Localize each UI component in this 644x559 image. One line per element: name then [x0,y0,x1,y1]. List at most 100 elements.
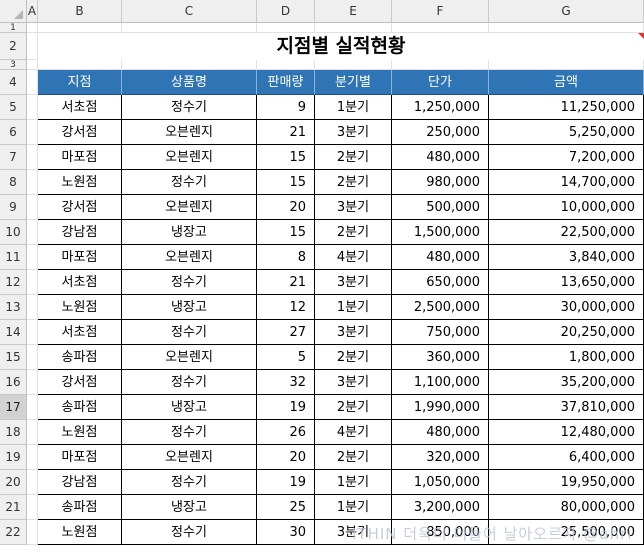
table-cell[interactable]: 35,200,000 [489,370,644,395]
table-cell[interactable]: 1분기 [315,495,392,520]
cell-a2[interactable] [27,33,38,60]
table-cell[interactable]: 1,100,000 [392,370,489,395]
cell-b3[interactable] [38,60,122,70]
table-cell[interactable]: 3분기 [315,320,392,345]
table-cell[interactable]: 30 [257,520,315,545]
table-cell[interactable]: 22,500,000 [489,220,644,245]
cell-a11[interactable] [27,245,38,270]
table-cell[interactable]: 1,800,000 [489,345,644,370]
table-cell[interactable]: 15 [257,170,315,195]
table-cell[interactable]: 노원점 [38,420,122,445]
table-cell[interactable]: 19 [257,395,315,420]
cell-e1[interactable] [315,23,392,33]
table-cell[interactable]: 3,200,000 [392,495,489,520]
cell-b1[interactable] [38,23,122,33]
table-cell[interactable]: 650,000 [392,270,489,295]
table-cell[interactable]: 오븐렌지 [122,120,257,145]
cell-c1[interactable] [122,23,257,33]
cell-a10[interactable] [27,220,38,245]
table-cell[interactable]: 3분기 [315,195,392,220]
table-cell[interactable]: 14,700,000 [489,170,644,195]
table-cell[interactable]: 마포점 [38,445,122,470]
cell-d1[interactable] [257,23,315,33]
table-cell[interactable]: 15 [257,145,315,170]
cell-a14[interactable] [27,320,38,345]
cell-a13[interactable] [27,295,38,320]
row-header-20[interactable]: 20 [0,470,27,495]
table-cell[interactable]: 정수기 [122,170,257,195]
table-cell[interactable]: 2,500,000 [392,295,489,320]
table-cell[interactable]: 20 [257,195,315,220]
table-cell[interactable]: 오븐렌지 [122,445,257,470]
table-cell[interactable]: 냉장고 [122,295,257,320]
column-title-1[interactable]: 지점 [38,70,122,95]
cell-a8[interactable] [27,170,38,195]
table-cell[interactable]: 1분기 [315,470,392,495]
cell-g1[interactable] [489,23,644,33]
cell-a18[interactable] [27,420,38,445]
comment-indicator[interactable] [638,33,644,39]
table-cell[interactable]: 정수기 [122,270,257,295]
table-cell[interactable]: 480,000 [392,420,489,445]
row-header-9[interactable]: 9 [0,195,27,220]
cell-a1[interactable] [27,23,38,33]
table-cell[interactable]: 오븐렌지 [122,245,257,270]
cell-a12[interactable] [27,270,38,295]
table-cell[interactable]: 1분기 [315,295,392,320]
table-cell[interactable]: 4분기 [315,420,392,445]
cell-a5[interactable] [27,95,38,120]
table-cell[interactable]: 250,000 [392,120,489,145]
column-header-b[interactable]: B [38,0,122,23]
column-title-4[interactable]: 분기별 [315,70,392,95]
row-header-11[interactable]: 11 [0,245,27,270]
table-cell[interactable]: 2분기 [315,345,392,370]
table-cell[interactable]: 정수기 [122,320,257,345]
cell-a17[interactable] [27,395,38,420]
row-header-2[interactable]: 2 [0,33,27,60]
page-title[interactable]: 지점별 실적현황 [38,33,644,60]
table-cell[interactable]: 1,050,000 [392,470,489,495]
table-cell[interactable]: 80,000,000 [489,495,644,520]
table-cell[interactable]: 12 [257,295,315,320]
table-cell[interactable]: 20 [257,445,315,470]
cell-a6[interactable] [27,120,38,145]
column-header-e[interactable]: E [315,0,392,23]
table-cell[interactable]: 송파점 [38,345,122,370]
table-cell[interactable]: 21 [257,120,315,145]
table-cell[interactable]: 2분기 [315,445,392,470]
row-header-22[interactable]: 22 [0,520,27,545]
cell-f3[interactable] [392,60,489,70]
table-cell[interactable]: 마포점 [38,245,122,270]
column-header-c[interactable]: C [122,0,257,23]
cell-a3[interactable] [27,60,38,70]
table-cell[interactable]: 9 [257,95,315,120]
table-cell[interactable]: 1,250,000 [392,95,489,120]
table-cell[interactable]: 송파점 [38,395,122,420]
table-cell[interactable]: 정수기 [122,95,257,120]
table-cell[interactable]: 강남점 [38,470,122,495]
row-header-14[interactable]: 14 [0,320,27,345]
table-cell[interactable]: 1,500,000 [392,220,489,245]
cell-c3[interactable] [122,60,257,70]
column-title-2[interactable]: 상품명 [122,70,257,95]
table-cell[interactable]: 3분기 [315,520,392,545]
table-cell[interactable]: 13,650,000 [489,270,644,295]
cell-a22[interactable] [27,520,38,545]
table-cell[interactable]: 5,250,000 [489,120,644,145]
table-cell[interactable]: 3분기 [315,270,392,295]
cell-a20[interactable] [27,470,38,495]
row-header-10[interactable]: 10 [0,220,27,245]
cell-a9[interactable] [27,195,38,220]
table-cell[interactable]: 3,840,000 [489,245,644,270]
table-cell[interactable]: 480,000 [392,145,489,170]
row-header-21[interactable]: 21 [0,495,27,520]
row-header-3[interactable]: 3 [0,60,27,70]
table-cell[interactable]: 980,000 [392,170,489,195]
table-cell[interactable]: 19 [257,470,315,495]
column-header-g[interactable]: G [489,0,644,23]
row-header-8[interactable]: 8 [0,170,27,195]
column-title-5[interactable]: 단가 [392,70,489,95]
table-cell[interactable]: 20,250,000 [489,320,644,345]
table-cell[interactable]: 25 [257,495,315,520]
table-cell[interactable]: 32 [257,370,315,395]
